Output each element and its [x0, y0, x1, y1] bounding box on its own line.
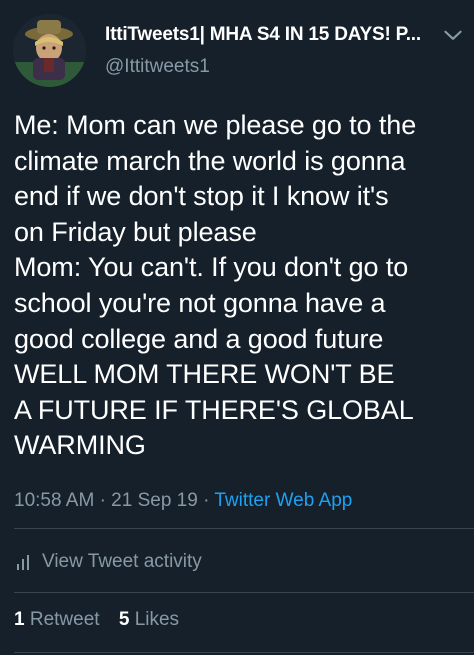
tweet-time[interactable]: 10:58 AM [14, 490, 94, 511]
tweet-date[interactable]: 21 Sep 19 [111, 490, 198, 511]
tweet-text-line: school you're not gonna have a [14, 287, 386, 318]
avatar[interactable] [13, 14, 86, 87]
divider [14, 528, 474, 529]
retweets-count: 1 [14, 609, 25, 630]
tweet-text-line: A FUTURE IF THERE'S GLOBAL [14, 394, 414, 425]
view-activity-button[interactable]: View Tweet activity [14, 549, 202, 575]
tweet-stats: 1 Retweet 5 Likes [14, 609, 193, 631]
tweet-source-link[interactable]: Twitter Web App [214, 490, 352, 511]
avatar-image [13, 14, 86, 87]
likes-label: Likes [134, 609, 180, 630]
tweet-text-line: climate march the world is gonna [14, 145, 406, 176]
retweets-stat[interactable]: 1 Retweet [14, 609, 105, 630]
display-name[interactable]: IttiTweets1| MHA S4 IN 15 DAYS! P... [105, 24, 440, 46]
tweet-text-line: Mom: You can't. If you don't go to [14, 252, 409, 283]
tweet-header: IttiTweets1| MHA S4 IN 15 DAYS! P... @It… [0, 0, 474, 100]
bar-chart-icon [17, 555, 29, 570]
view-activity-label: View Tweet activity [42, 551, 202, 572]
divider [14, 652, 474, 653]
tweet-text-line: WELL MOM THERE WON'T BE [14, 359, 395, 390]
chevron-down-icon[interactable] [440, 22, 466, 48]
retweets-label: Retweet [29, 609, 100, 630]
likes-stat[interactable]: 5 Likes [119, 609, 179, 630]
meta-separator: · [203, 490, 210, 511]
tweet-meta: 10:58 AM · 21 Sep 19 · Twitter Web App [14, 490, 352, 512]
user-handle[interactable]: @Ittitweets1 [105, 56, 210, 78]
tweet-text-line: WARMING [14, 430, 146, 461]
tweet-text: Me: Mom can we please go to the climate … [14, 108, 466, 464]
meta-separator: · [99, 490, 106, 511]
tweet-text-line: Me: Mom can we please go to the [14, 110, 417, 140]
tweet-text-line: end if we don't stop it I know it's [14, 181, 389, 212]
likes-count: 5 [118, 609, 130, 630]
divider [14, 592, 474, 593]
tweet-text-line: good college and a good future [14, 323, 384, 354]
tweet-text-line: on Friday but please [14, 216, 257, 247]
